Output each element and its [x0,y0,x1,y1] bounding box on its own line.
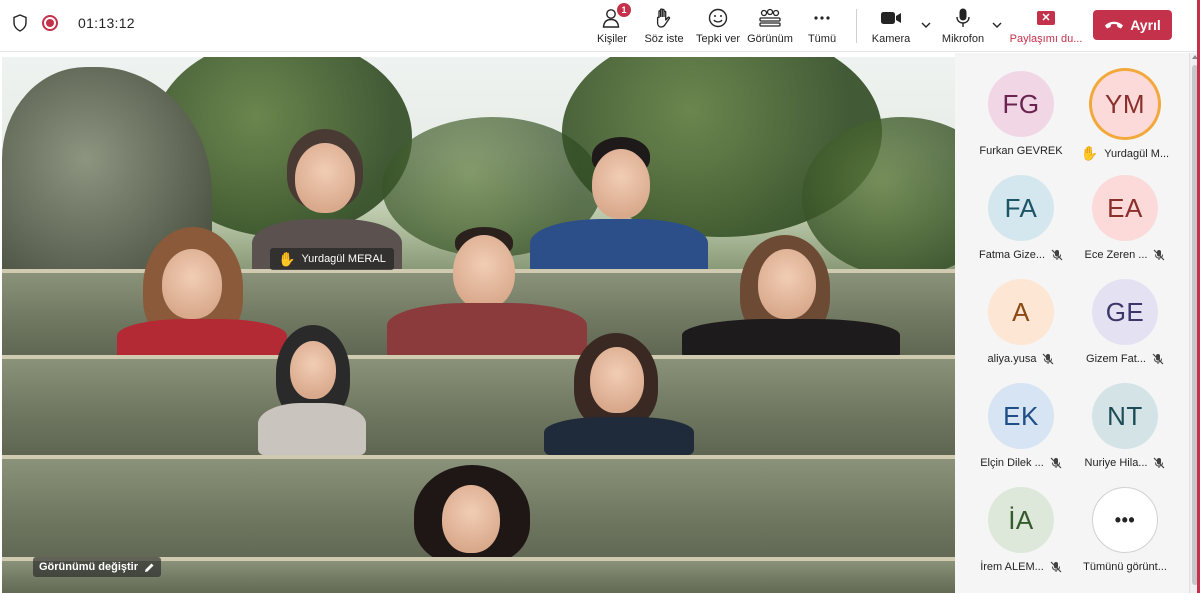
participant-tile[interactable]: YM ✋ Yurdagül M... [1073,71,1177,171]
microphone-label: Mikrofon [941,33,985,45]
participant-name: Yurdagül M... [1104,147,1170,160]
participant-name: Furkan GEVREK [979,145,1063,157]
recording-icon [42,15,58,31]
microphone-muted-icon [1043,353,1054,365]
name-tag-label: Yurdagül MERAL [301,253,386,265]
participant-name: Nuriye Hila... [1084,457,1148,469]
participant-name-row: Ece Zeren ... [1085,249,1166,261]
shield-icon[interactable] [12,14,28,32]
participant-avatar: GE [1092,279,1158,345]
participant-avatar: NT [1092,383,1158,449]
participant-name: Gizem Fat... [1086,353,1146,365]
participant-name: aliya.yusa [987,353,1037,365]
microphone-muted-icon [1050,561,1062,573]
raise-hand-button[interactable]: Söz iste [644,6,684,48]
microphone-muted-icon [1051,249,1063,261]
microphone-muted-icon [1154,457,1165,469]
smiley-icon [707,6,729,30]
participant-name-row: Furkan GEVREK [979,145,1062,157]
participant-name-row: Elçin Dilek ... [980,457,1062,469]
participant-name-row: Fatma Gize... [979,249,1063,261]
leave-label: Ayrıl [1130,17,1161,33]
participant-name-row: Tümünü görünt... [1083,561,1167,573]
together-mode-stage: ✋ Yurdagül MERAL Görünümü değiştir [2,57,955,593]
participant-tile[interactable]: EK Elçin Dilek ... [969,383,1073,483]
teams-meeting-window: 01:13:12 1 Kişiler Söz iste Tepki ver Gö… [0,0,1200,593]
change-view-button[interactable]: Görünümü değiştir [33,557,161,577]
participant-name: Fatma Gize... [978,249,1046,261]
view-label: Görünüm [747,33,793,45]
raised-hand-icon: ✋ [1080,145,1099,161]
participant-name: Ece Zeren ... [1084,249,1148,261]
participant-name: Tümünü görünt... [1083,561,1167,573]
participant-tile[interactable]: GE Gizem Fat... [1073,279,1177,379]
participant-avatar: İA [988,487,1054,553]
participant-name-row: aliya.yusa [988,353,1055,365]
meeting-toolbar: 01:13:12 1 Kişiler Söz iste Tepki ver Gö… [0,0,1200,52]
virtual-bench-row [2,355,955,455]
participant-name-tag: ✋ Yurdagül MERAL [270,248,394,270]
microphone-button[interactable]: Mikrofon [941,6,985,48]
participant-avatar: YM [1092,71,1158,137]
leave-button[interactable]: Ayrıl [1093,10,1172,40]
stop-sharing-button[interactable]: ✕ Paylaşımı du... [1009,6,1083,48]
people-icon: 1 [601,3,631,30]
raised-hand-icon: ✋ [278,250,296,267]
microphone-muted-icon [1154,249,1165,261]
participant-avatar: FG [988,71,1054,137]
participant-avatar: FA [988,175,1054,241]
stop-sharing-label: Paylaşımı du... [1009,33,1083,45]
react-button[interactable]: Tepki ver [695,6,741,48]
camera-label: Kamera [871,33,911,45]
participant-tile[interactable]: EA Ece Zeren ... [1073,175,1177,275]
participant-gallery-panel: FG Furkan GEVREK YM ✋ Yurdagül M... FA Fatma G… [955,53,1189,593]
microphone-icon [953,6,973,30]
phone-hangup-icon [1105,21,1124,29]
people-button[interactable]: 1 Kişiler [596,3,631,48]
participant-avatar: EK [988,383,1054,449]
camera-button[interactable]: Kamera [872,6,910,48]
react-label: Tepki ver [695,33,741,45]
meeting-status: 01:13:12 [12,14,135,32]
more-icon: ••• [1092,487,1158,553]
people-label: Kişiler [597,33,627,45]
video-participant [544,333,694,455]
participant-name-row: ✋ Yurdagül M... [1081,145,1169,162]
participant-tile[interactable]: NT Nuriye Hila... [1073,383,1177,483]
hand-icon [654,6,674,30]
microphone-muted-icon [1050,457,1062,469]
participant-name: Elçin Dilek ... [980,457,1044,469]
more-icon [812,6,832,30]
people-badge: 1 [617,3,631,17]
participant-name-row: İrem ALEM... [980,561,1062,573]
view-button[interactable]: Görünüm [747,6,793,48]
more-label: Tümü [807,33,837,45]
stop-share-icon: ✕ [1037,6,1055,30]
participant-tile[interactable]: İA İrem ALEM... [969,487,1073,587]
participant-tile[interactable]: Aaliya.yusa [969,279,1073,379]
camera-icon [879,6,903,30]
participant-tile[interactable]: FG Furkan GEVREK [969,71,1073,171]
toolbar-divider [856,9,857,43]
participant-avatar: EA [1092,175,1158,241]
video-participant [404,465,540,565]
meeting-timer: 01:13:12 [78,15,135,31]
participant-tile[interactable]: FA Fatma Gize... [969,175,1073,275]
view-icon [758,6,782,30]
video-participant [258,325,366,455]
camera-options-chevron-down-icon[interactable] [919,18,933,32]
pencil-icon [145,563,154,572]
more-button[interactable]: Tümü [808,6,836,48]
participant-name-row: Nuriye Hila... [1085,457,1166,469]
raise-hand-label: Söz iste [644,33,684,45]
microphone-options-chevron-down-icon[interactable] [990,18,1004,32]
view-all-participants-tile[interactable]: ••• Tümünü görünt... [1073,487,1177,587]
change-view-label: Görünümü değiştir [39,561,138,573]
participant-name: İrem ALEM... [980,561,1044,573]
video-participant [682,235,900,359]
participant-avatar: A [988,279,1054,345]
microphone-muted-icon [1152,353,1164,365]
participant-name-row: Gizem Fat... [1086,353,1164,365]
